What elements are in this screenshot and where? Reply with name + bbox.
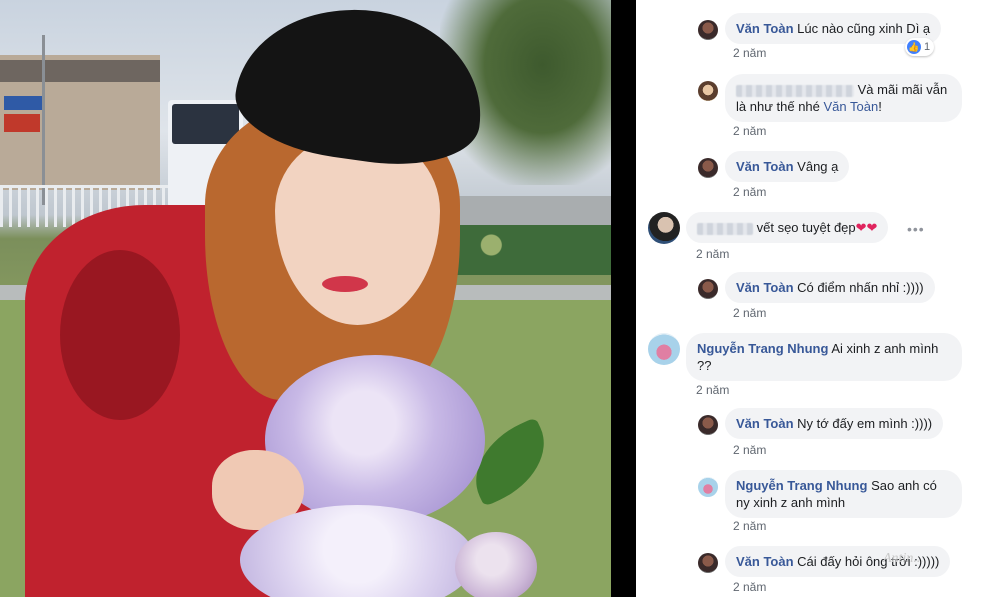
- comment-text: Sao anh có: [871, 478, 937, 493]
- comment-text: Có điểm nhấn nhỉ :)))): [797, 280, 924, 295]
- comment-bubble: Văn Toàn Có điểm nhấn nhỉ :)))): [725, 272, 935, 303]
- comment-bubble: Văn Toàn Ny tớ đấy em mình :)))): [725, 408, 944, 439]
- comment-text-line2: ??: [697, 358, 712, 373]
- comment-text: Vâng ạ: [797, 159, 839, 174]
- comment-time[interactable]: 2 năm: [733, 443, 766, 457]
- blue-sign: [4, 96, 44, 110]
- jacket-pattern: [60, 250, 180, 420]
- comment-bubble: Và mãi mãi vẫn là như thế nhé Văn Toàn!: [725, 74, 962, 122]
- comment-time[interactable]: 2 năm: [733, 306, 766, 320]
- blurred-author: [697, 222, 753, 235]
- comment-text: vết sẹo tuyệt đẹp: [756, 220, 856, 235]
- building-roof: [0, 60, 160, 82]
- hedge: [440, 225, 611, 275]
- avatar[interactable]: [698, 158, 718, 178]
- comment-time[interactable]: 2 năm: [733, 580, 766, 594]
- avatar[interactable]: [698, 81, 718, 101]
- comment-bubble: Văn Toàn Vâng ạ: [725, 151, 850, 182]
- comment-text: Lúc nào cũng xinh Dì ạ: [797, 21, 931, 36]
- comment-text-line2: là như thế nhé: [736, 99, 824, 114]
- comment-author[interactable]: Nguyễn Trang Nhung: [697, 341, 828, 356]
- comment-author[interactable]: Văn Toàn: [736, 280, 794, 295]
- comment-time[interactable]: 2 năm: [733, 185, 766, 199]
- street-lamp: [42, 35, 45, 205]
- reaction-count: 1: [924, 41, 931, 53]
- mention-link[interactable]: Văn Toàn: [824, 99, 879, 114]
- comment-author[interactable]: Nguyễn Trang Nhung: [736, 478, 867, 493]
- blurred-author: [736, 84, 854, 97]
- avatar[interactable]: [698, 553, 718, 573]
- comment-bubble: vết sẹo tuyệt đẹp❤❤: [686, 212, 889, 243]
- post-photo[interactable]: [0, 0, 611, 597]
- comment-author[interactable]: Văn Toàn: [736, 554, 794, 569]
- avatar[interactable]: [648, 212, 680, 244]
- comment-text-line2: ny xinh z anh mình: [736, 495, 846, 510]
- lips: [322, 276, 368, 292]
- avatar[interactable]: [648, 333, 680, 365]
- avatar[interactable]: [698, 477, 718, 497]
- heart-icon: ❤❤: [855, 220, 878, 235]
- comment-time[interactable]: 2 năm: [733, 46, 766, 60]
- avatar[interactable]: [698, 279, 718, 299]
- red-sign: [4, 114, 40, 132]
- comment-time[interactable]: 2 năm: [696, 383, 729, 397]
- avatar[interactable]: [698, 20, 718, 40]
- hydrangea-flower-small: [455, 532, 537, 597]
- comment-bubble: Nguyễn Trang Nhung Ai xinh z anh mình ??: [686, 333, 962, 381]
- comment-author[interactable]: Văn Toàn: [736, 416, 794, 431]
- comment-text: Ny tớ đấy em mình :)))): [797, 416, 933, 431]
- mention-suffix: !: [878, 99, 882, 114]
- comment-time[interactable]: 2 năm: [696, 247, 729, 261]
- avatar[interactable]: [698, 415, 718, 435]
- comment-time[interactable]: 2 năm: [733, 519, 766, 533]
- bus-window: [172, 104, 239, 144]
- like-icon: 👍: [907, 40, 921, 54]
- watermark: Antin...: [883, 551, 924, 566]
- comment-bubble: Nguyễn Trang Nhung Sao anh có ny xinh z …: [725, 470, 962, 518]
- comment-author[interactable]: Văn Toàn: [736, 21, 794, 36]
- comment-text: Ai xinh z anh mình: [831, 341, 939, 356]
- comment-time[interactable]: 2 năm: [733, 124, 766, 138]
- reaction-badge[interactable]: 👍 1: [905, 38, 935, 56]
- comment-text: Và mãi mãi vẫn: [857, 82, 948, 97]
- more-options-icon[interactable]: •••: [907, 221, 925, 237]
- photo-divider: [611, 0, 636, 597]
- comment-author[interactable]: Văn Toàn: [736, 159, 794, 174]
